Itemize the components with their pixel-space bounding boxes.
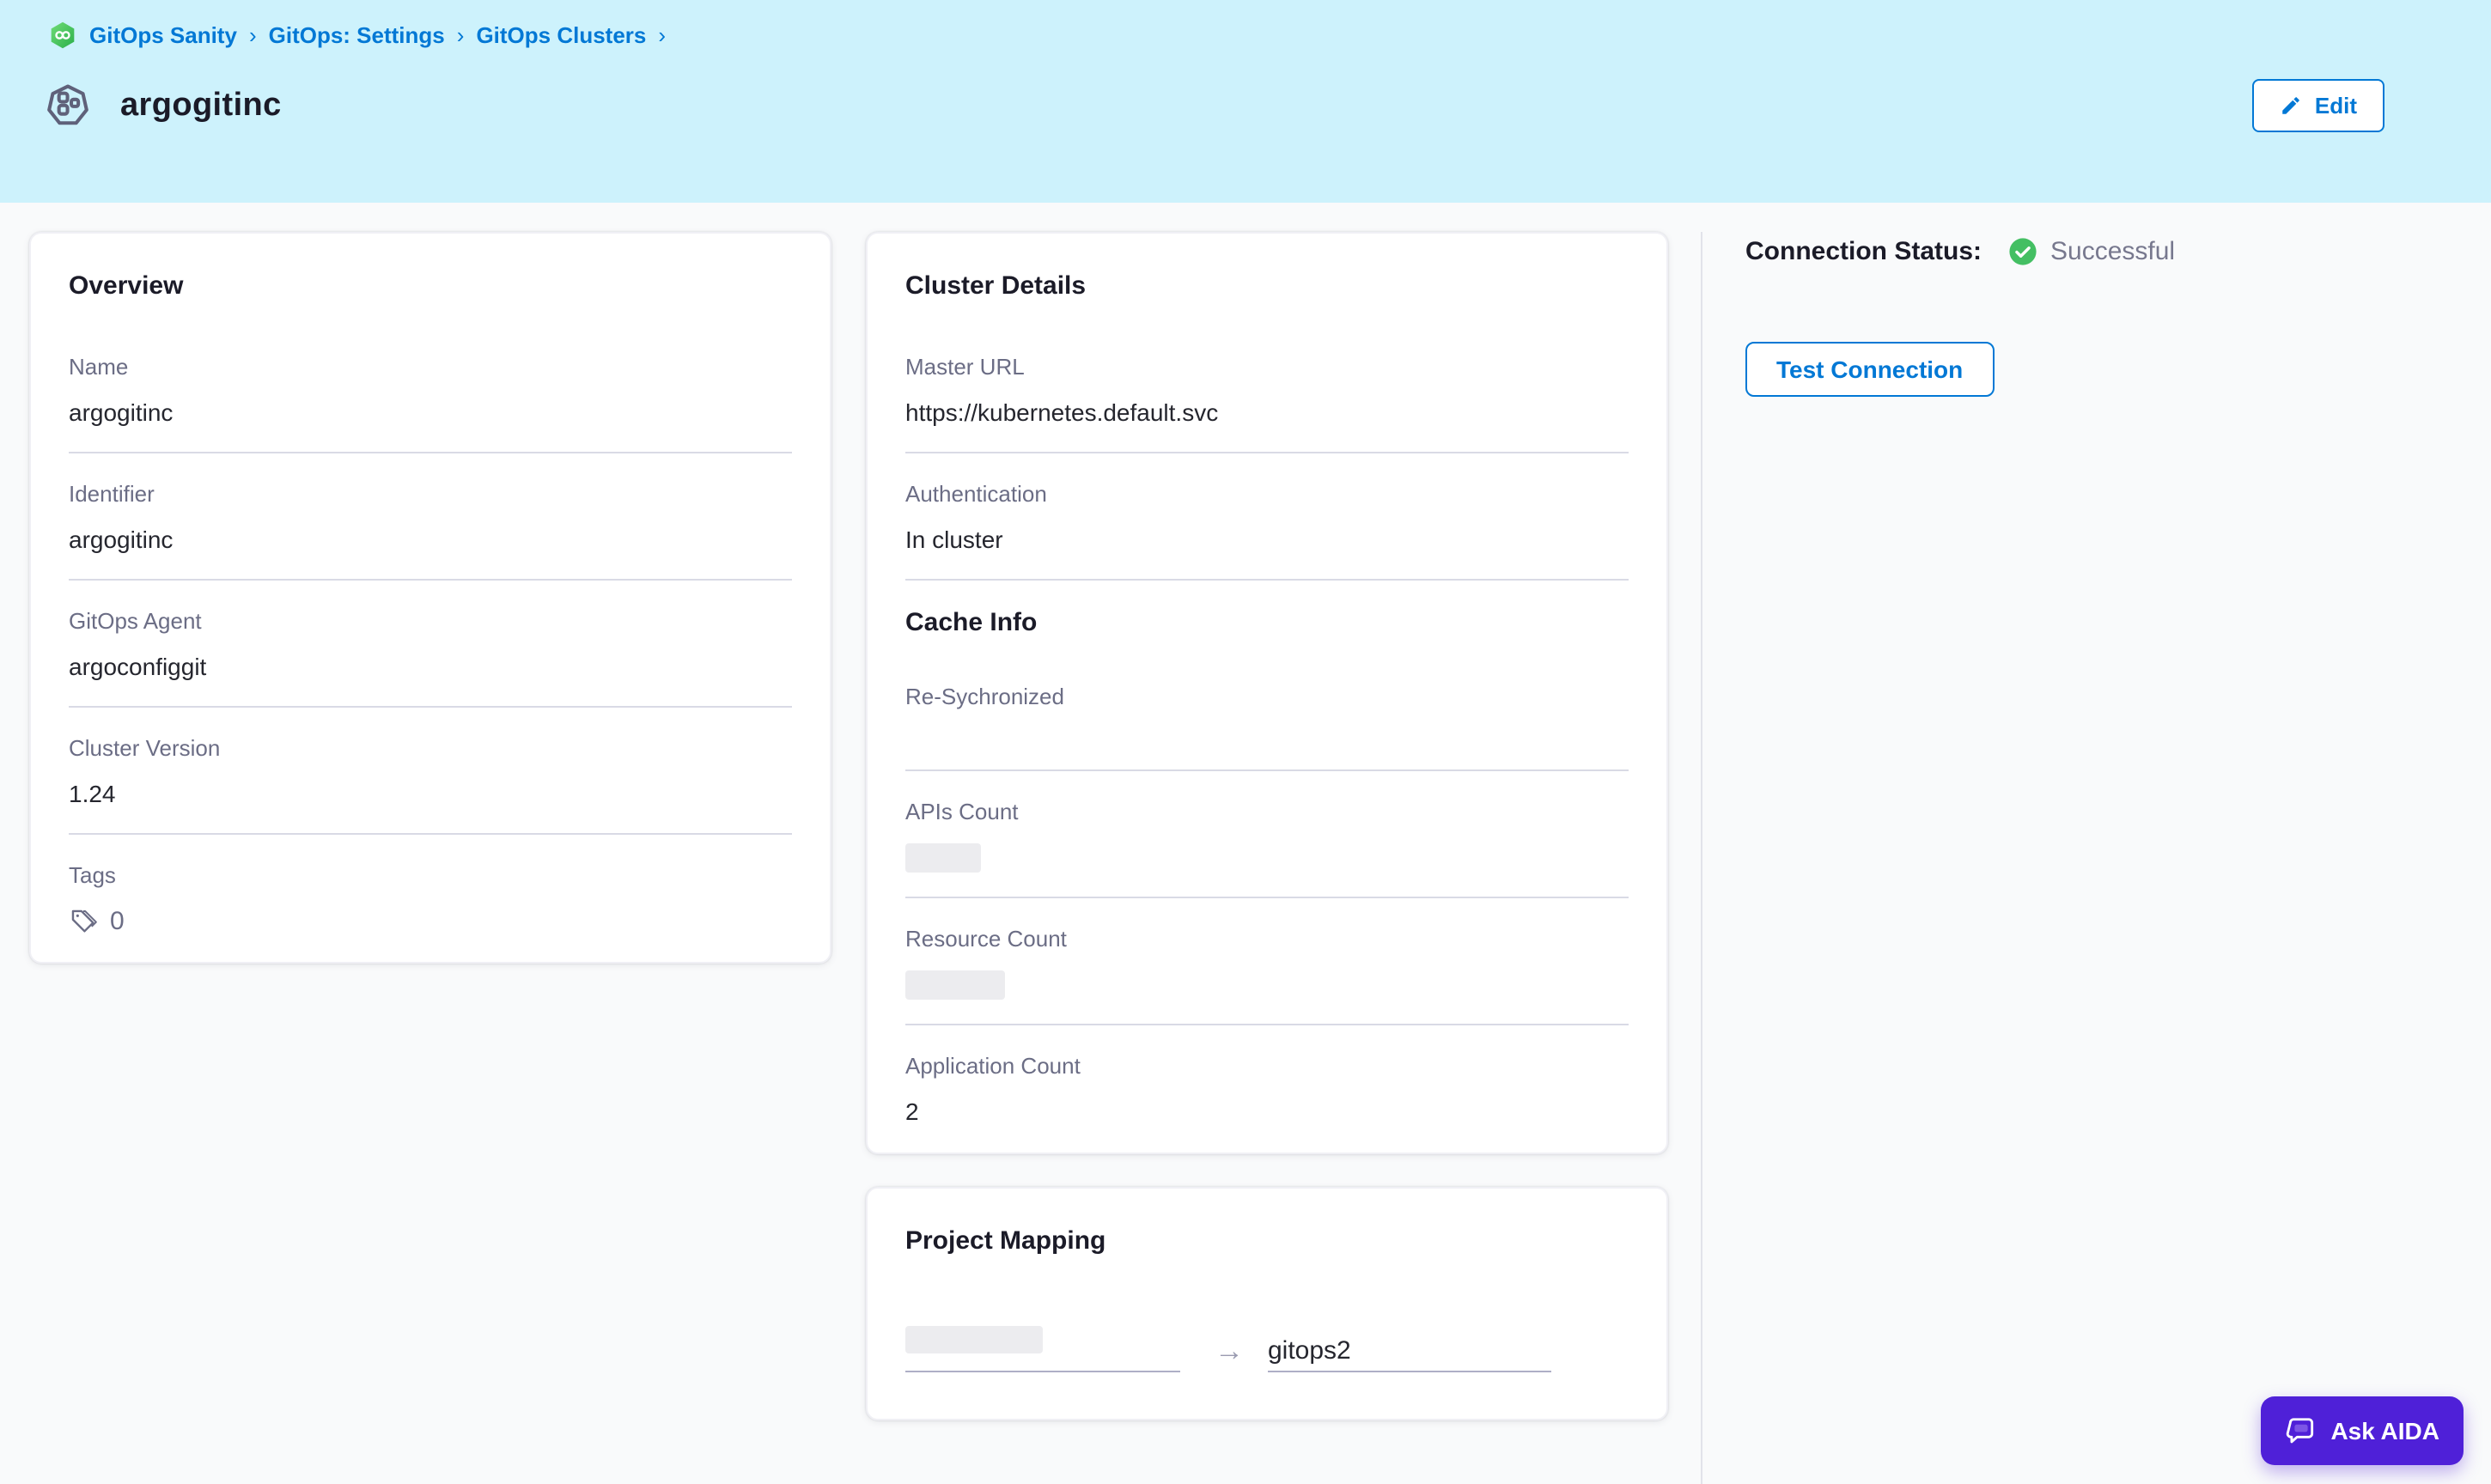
breadcrumb: GitOps Sanity › GitOps: Settings › GitOp… [48, 21, 666, 50]
overview-card: Overview Name argogitinc Identifier argo… [29, 232, 831, 964]
field-name: Name argogitinc [69, 354, 792, 453]
field-authentication: Authentication In cluster [905, 481, 1629, 581]
chat-bubble-icon [2284, 1414, 2317, 1447]
field-value [905, 728, 1629, 745]
field-divider [69, 452, 792, 453]
field-value: In cluster [905, 526, 1629, 555]
edit-button[interactable]: Edit [2253, 79, 2384, 132]
value-placeholder [905, 970, 1005, 1000]
field-label: Master URL [905, 354, 1629, 381]
field-resynchronized: Re-Sychronized [905, 684, 1629, 771]
field-divider [905, 769, 1629, 771]
cluster-details-card: Cluster Details Master URL https://kuber… [866, 232, 1668, 1154]
field-gitops-agent: GitOps Agent argoconfiggit [69, 608, 792, 708]
edit-button-label: Edit [2315, 93, 2357, 119]
project-mapping-row: → gitops2 [905, 1326, 1629, 1372]
field-resource-count: Resource Count [905, 926, 1629, 1025]
project-mapping-card: Project Mapping → gitops2 [866, 1187, 1668, 1420]
cache-info-section-title: Cache Info [905, 608, 1629, 639]
field-divider [69, 579, 792, 581]
ask-aida-button[interactable]: Ask AIDA [2260, 1396, 2464, 1465]
breadcrumb-separator: › [658, 22, 666, 48]
field-tags: Tags 0 [69, 862, 792, 936]
field-label: GitOps Agent [69, 608, 792, 636]
gitops-icon [48, 21, 77, 50]
field-value: https://kubernetes.default.svc [905, 398, 1629, 428]
field-divider [905, 579, 1629, 581]
check-circle-icon [2007, 237, 2037, 266]
field-value: argoconfiggit [69, 653, 792, 682]
field-label: Cluster Version [69, 735, 792, 763]
overview-card-title: Overview [69, 271, 792, 302]
gitops-cluster-detail-page: GitOps Sanity › GitOps: Settings › GitOp… [0, 0, 2491, 1484]
breadcrumb-separator: › [249, 22, 257, 48]
connection-status-value: Successful [2007, 237, 2175, 266]
mapping-target-field: gitops2 [1268, 1336, 1551, 1372]
test-connection-button[interactable]: Test Connection [1745, 342, 1994, 397]
field-divider [69, 833, 792, 835]
field-label: APIs Count [905, 799, 1629, 826]
project-mapping-card-title: Project Mapping [905, 1226, 1629, 1257]
field-divider [69, 706, 792, 708]
field-cluster-version: Cluster Version 1.24 [69, 735, 792, 835]
field-value: argogitinc [69, 398, 792, 428]
arrow-right-icon: → [1215, 1336, 1244, 1365]
breadcrumb-separator: › [457, 22, 465, 48]
breadcrumb-link-gitops-sanity[interactable]: GitOps Sanity [89, 22, 237, 48]
page-title: argogitinc [120, 87, 282, 125]
field-divider [905, 452, 1629, 453]
field-label: Name [69, 354, 792, 381]
field-value: 1.24 [69, 780, 792, 809]
field-label: Authentication [905, 481, 1629, 508]
breadcrumb-link-gitops-settings[interactable]: GitOps: Settings [269, 22, 445, 48]
breadcrumb-link-gitops-clusters[interactable]: GitOps Clusters [476, 22, 646, 48]
cluster-icon [45, 82, 91, 129]
title-row: argogitinc [45, 82, 282, 129]
field-divider [905, 1024, 1629, 1025]
connection-status-label: Connection Status: [1745, 237, 1982, 266]
cluster-details-card-title: Cluster Details [905, 271, 1629, 302]
field-label: Identifier [69, 481, 792, 508]
field-application-count: Application Count 2 [905, 1053, 1629, 1127]
connection-status-text: Successful [2050, 237, 2175, 266]
tags-count: 0 [110, 907, 125, 936]
field-label: Re-Sychronized [905, 684, 1629, 711]
tags-count-row: 0 [69, 907, 792, 936]
connection-status-row: Connection Status: Successful [1745, 237, 2175, 266]
page-header: GitOps Sanity › GitOps: Settings › GitOp… [0, 0, 2491, 203]
value-placeholder [905, 1326, 1043, 1353]
field-value: 2 [905, 1098, 1629, 1127]
field-value: argogitinc [69, 526, 792, 555]
field-apis-count: APIs Count [905, 799, 1629, 898]
field-label: Resource Count [905, 926, 1629, 953]
field-label: Tags [69, 862, 792, 890]
content-divider [1701, 232, 1702, 1484]
value-placeholder [905, 843, 981, 873]
field-label: Application Count [905, 1053, 1629, 1080]
ask-aida-button-label: Ask AIDA [2330, 1417, 2439, 1444]
field-identifier: Identifier argogitinc [69, 481, 792, 581]
field-master-url: Master URL https://kubernetes.default.sv… [905, 354, 1629, 453]
tags-icon [69, 907, 98, 936]
field-divider [905, 897, 1629, 898]
mapping-source-field [905, 1326, 1180, 1372]
edit-pencil-icon [2281, 94, 2303, 117]
test-connection-button-label: Test Connection [1776, 356, 1963, 383]
